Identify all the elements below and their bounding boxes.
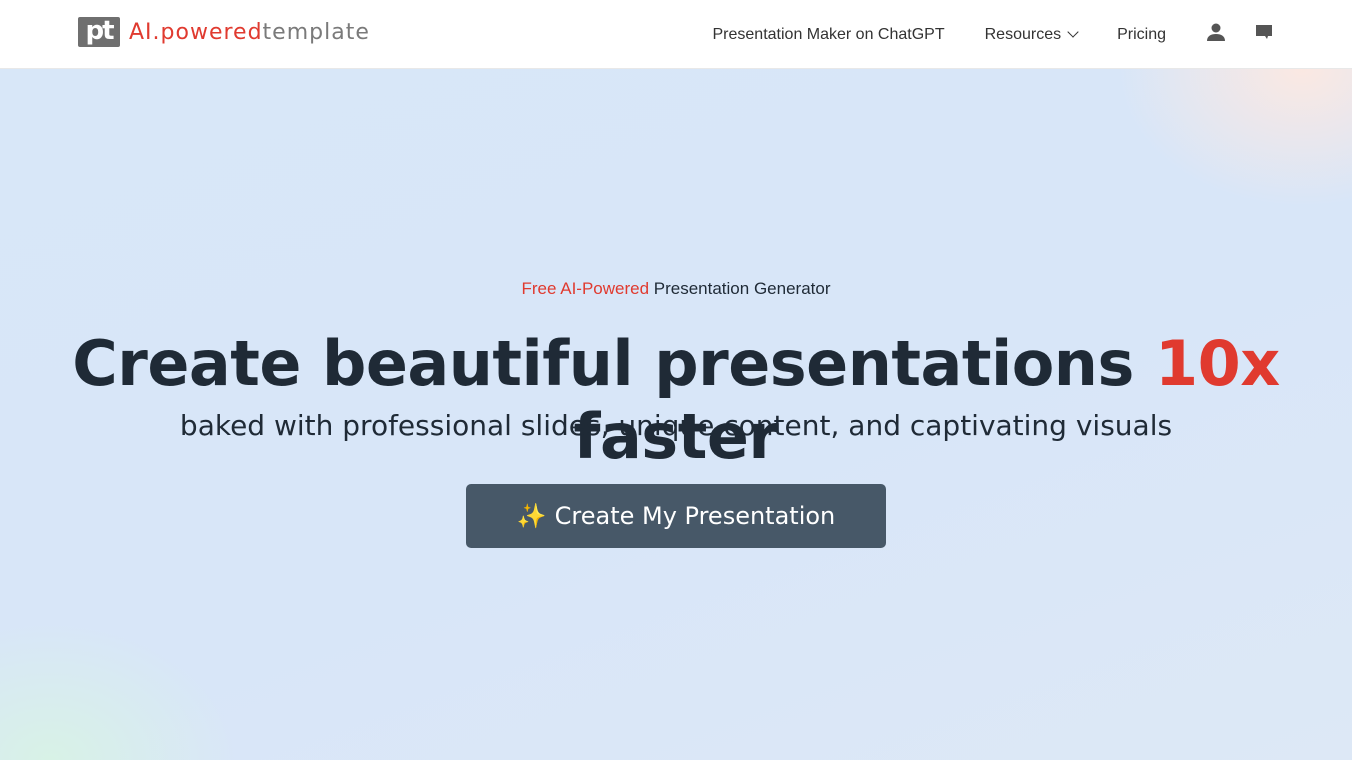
nav-presentation-maker[interactable]: Presentation Maker on ChatGPT — [713, 26, 945, 44]
nav-resources[interactable]: Resources — [984, 25, 1079, 44]
user-icon[interactable] — [1206, 22, 1226, 47]
hero-subtitle: baked with professional slides, unique c… — [179, 409, 1173, 442]
nav-resources-label: Resources — [984, 25, 1062, 43]
chat-icon[interactable] — [1254, 22, 1274, 47]
top-nav: pt AI.poweredtemplate Presentation Maker… — [0, 0, 1352, 69]
chevron-down-icon — [1067, 25, 1079, 38]
logo-text-gray: template — [262, 19, 370, 45]
create-presentation-button[interactable]: ✨ Create My Presentation — [466, 484, 886, 548]
hero-tagline: Free AI-Powered Presentation Generator — [521, 279, 831, 298]
sparkles-icon: ✨ — [516, 502, 547, 530]
logo[interactable]: pt AI.poweredtemplate — [78, 17, 370, 47]
hero: Free AI-Powered Presentation Generator C… — [0, 69, 1352, 760]
hero-title: Create beautiful presentations 10x faste… — [72, 327, 1280, 473]
nav-pricing[interactable]: Pricing — [1117, 26, 1166, 44]
logo-text-red: AI.powered — [129, 19, 263, 45]
logo-mark: pt — [78, 17, 120, 47]
